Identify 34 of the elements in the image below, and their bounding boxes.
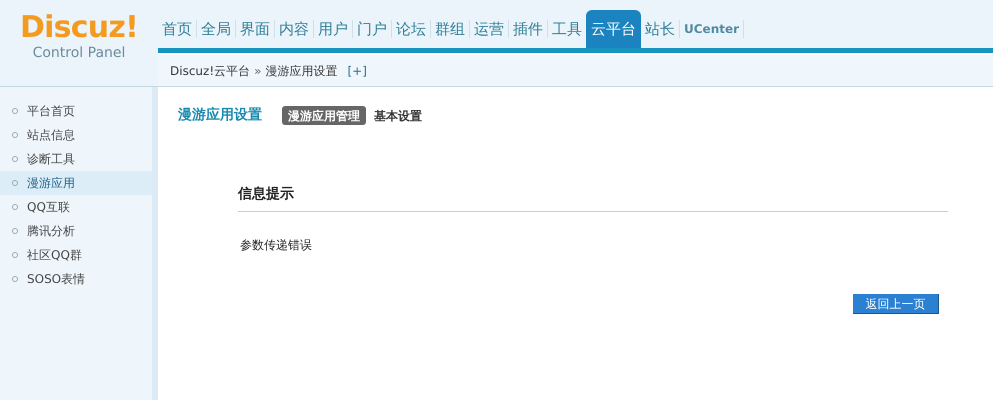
nav-tab[interactable]: 运营 bbox=[470, 10, 508, 48]
expand-toggle[interactable]: [+] bbox=[347, 62, 367, 80]
message-text: 参数传递错误 bbox=[240, 237, 313, 254]
nav-tab[interactable]: 内容 bbox=[275, 10, 313, 48]
tab[interactable]: 基本设置 bbox=[370, 106, 426, 125]
logo-title: Discuz! bbox=[20, 12, 138, 44]
page-title: 漫游应用设置 bbox=[178, 106, 262, 125]
breadcrumb-current: 漫游应用设置 bbox=[265, 62, 338, 80]
sidebar-item[interactable]: 漫游应用 bbox=[0, 171, 152, 195]
nav-tab[interactable]: 插件 bbox=[509, 10, 547, 48]
nav-tab[interactable]: 首页 bbox=[158, 10, 196, 48]
sidebar-item[interactable]: QQ互联 bbox=[0, 195, 152, 219]
nav-tab[interactable]: 用户 bbox=[314, 10, 352, 48]
sidebar-item[interactable]: 社区QQ群 bbox=[0, 243, 152, 267]
sidebar-item[interactable]: 站点信息 bbox=[0, 123, 152, 147]
nav-tab[interactable]: 门户 bbox=[353, 10, 391, 48]
sidebar-item[interactable]: 平台首页 bbox=[0, 99, 152, 123]
nav-tab[interactable]: 工具 bbox=[548, 10, 586, 48]
nav-tab[interactable]: 论坛 bbox=[392, 10, 430, 48]
nav-tab[interactable]: UCenter bbox=[680, 10, 744, 48]
nav-tab[interactable]: 站长 bbox=[641, 10, 679, 48]
back-button[interactable]: 返回上一页 bbox=[853, 294, 939, 314]
logo-subtitle: Control Panel bbox=[32, 44, 126, 62]
breadcrumb-link[interactable]: Discuz!云平台 bbox=[170, 62, 250, 80]
sidebar-item[interactable]: 腾讯分析 bbox=[0, 219, 152, 243]
sidebar-item[interactable]: SOSO表情 bbox=[0, 267, 152, 291]
tab[interactable]: 漫游应用管理 bbox=[282, 106, 366, 125]
nav-tab[interactable]: 全局 bbox=[197, 10, 235, 48]
nav-tab[interactable]: 云平台 bbox=[586, 10, 641, 48]
breadcrumb-separator: » bbox=[254, 62, 262, 80]
message-title: 信息提示 bbox=[238, 184, 948, 212]
sidebar-item[interactable]: 诊断工具 bbox=[0, 147, 152, 171]
nav-tab[interactable]: 群组 bbox=[431, 10, 469, 48]
nav-tab[interactable]: 界面 bbox=[236, 10, 274, 48]
